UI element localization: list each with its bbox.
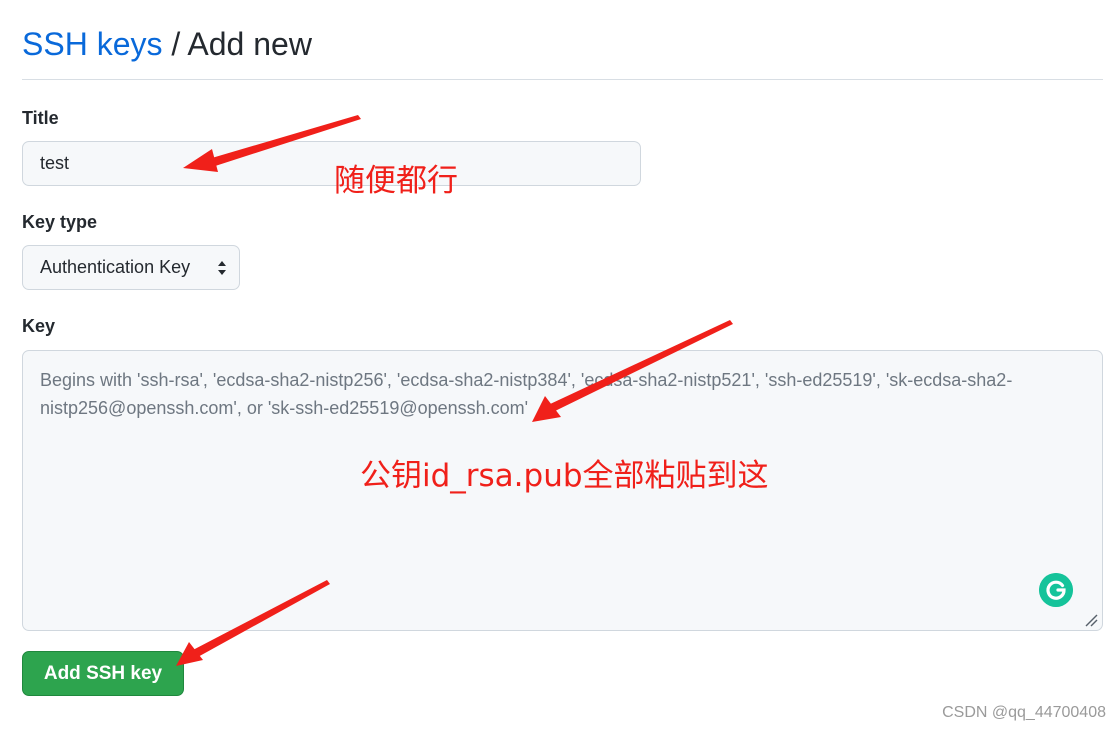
key-annotation: 公钥id_rsa.pub全部粘贴到这 bbox=[360, 458, 769, 494]
key-type-label: Key type bbox=[22, 212, 98, 232]
title-label: Title bbox=[22, 108, 59, 128]
title-input-value: test bbox=[40, 153, 70, 173]
ssh-keys-link[interactable]: SSH keys bbox=[22, 26, 162, 62]
grammarly-icon[interactable] bbox=[1039, 573, 1073, 607]
breadcrumb-separator: / bbox=[162, 26, 188, 62]
key-type-select[interactable]: Authentication Key bbox=[22, 245, 240, 290]
page-title-current: Add new bbox=[187, 26, 312, 62]
watermark: CSDN @qq_44700408 bbox=[942, 704, 1106, 721]
key-label: Key bbox=[22, 316, 56, 336]
header-divider bbox=[22, 79, 1103, 80]
key-type-value: Authentication Key bbox=[40, 257, 191, 277]
resize-handle-icon[interactable] bbox=[1084, 613, 1098, 627]
title-input[interactable]: test bbox=[22, 141, 641, 186]
add-ssh-key-button[interactable]: Add SSH key bbox=[22, 651, 184, 696]
title-annotation: 随便都行 bbox=[334, 163, 458, 199]
select-caret-icon bbox=[218, 261, 226, 275]
page-title: SSH keys / Add new bbox=[22, 22, 1102, 66]
key-placeholder: Begins with 'ssh-rsa', 'ecdsa-sha2-nistp… bbox=[40, 370, 1013, 418]
